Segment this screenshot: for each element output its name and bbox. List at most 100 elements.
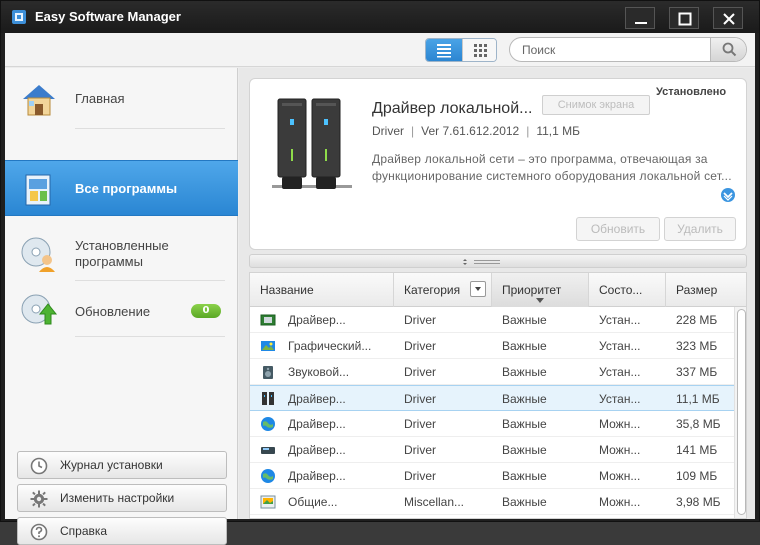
- all-programs-icon: [25, 174, 51, 206]
- program-detail-card: Драйвер локальной... Снимок экрана Устан…: [249, 78, 747, 250]
- program-version: Ver 7.61.612.2012: [421, 124, 520, 138]
- table-row-selected[interactable]: Драйвер... Driver Важные Устан... 11,1 М…: [250, 385, 734, 411]
- sidebar-item-label-line2: программы: [75, 254, 143, 269]
- sidebar-item-installed[interactable]: Установленные программы: [5, 226, 238, 282]
- cell-priority: Важные: [502, 417, 547, 431]
- expand-description-icon[interactable]: [720, 187, 736, 203]
- search-icon: [722, 42, 737, 57]
- table-row[interactable]: Общие... Miscellan... Важные Можн... 3,9…: [250, 489, 734, 515]
- cell-priority: Важные: [502, 443, 547, 457]
- grid-view-icon: [474, 44, 487, 57]
- programs-table: Название Категория Приоритет Состо... Ра…: [249, 272, 747, 519]
- view-toggle: [425, 38, 497, 62]
- home-icon: [23, 85, 55, 116]
- sidebar-item-label: Главная: [75, 91, 125, 106]
- cell-name: Драйвер...: [288, 469, 346, 483]
- table-header: Название Категория Приоритет Состо... Ра…: [250, 273, 746, 307]
- minimize-icon: [635, 22, 647, 24]
- divider: [75, 280, 225, 281]
- column-header-size[interactable]: Размер: [666, 273, 746, 307]
- table-row[interactable]: Драйвер... Driver Важные Можн... 141 МБ: [250, 437, 734, 463]
- program-category: Driver: [372, 124, 404, 138]
- table-row[interactable]: Графический... Driver Важные Устан... 32…: [250, 333, 734, 359]
- cell-status: Можн...: [599, 469, 641, 483]
- change-settings-button[interactable]: Изменить настройки: [17, 484, 227, 512]
- sidebar-item-update[interactable]: Обновление 0: [5, 282, 238, 338]
- column-header-name[interactable]: Название: [250, 273, 394, 307]
- update-button[interactable]: Обновить: [576, 217, 660, 241]
- sidebar: Главная Все программы Установленные прог…: [5, 68, 238, 545]
- panel-splitter[interactable]: [249, 254, 747, 268]
- search-button[interactable]: [710, 38, 746, 61]
- cell-category: Driver: [404, 469, 436, 483]
- cell-priority: Важные: [502, 313, 547, 327]
- cell-category: Driver: [404, 339, 436, 353]
- cell-priority: Важные: [502, 339, 547, 353]
- app-icon: [260, 495, 276, 509]
- cell-size: 228 МБ: [676, 313, 718, 327]
- help-icon: [30, 523, 48, 541]
- column-header-category-label: Категория: [404, 283, 461, 297]
- cell-name: Драйвер...: [288, 313, 346, 327]
- table-row[interactable]: Драйвер... Driver Важные Можн... 109 МБ: [250, 463, 734, 489]
- cell-name: Драйвер...: [288, 443, 346, 457]
- cell-name: Звуковой...: [288, 365, 350, 379]
- close-icon: [723, 13, 735, 25]
- list-view-button[interactable]: [426, 39, 462, 61]
- title-bar[interactable]: Easy Software Manager: [1, 1, 759, 33]
- close-button[interactable]: [713, 7, 743, 29]
- install-log-button[interactable]: Журнал установки: [17, 451, 227, 479]
- main-panel: Драйвер локальной... Снимок экрана Устан…: [239, 68, 755, 519]
- sidebar-item-all-programs[interactable]: Все программы: [5, 160, 238, 216]
- audio-icon: [263, 366, 273, 379]
- cell-priority: Важные: [502, 392, 547, 406]
- minimize-button[interactable]: [625, 7, 655, 29]
- chipset-icon: [260, 314, 276, 326]
- grid-view-button[interactable]: [462, 39, 496, 61]
- program-size: 11,1 МБ: [536, 124, 581, 138]
- card-reader-icon: [261, 447, 275, 454]
- window-title: Easy Software Manager: [35, 9, 181, 24]
- cell-priority: Важные: [502, 469, 547, 483]
- cell-category: Driver: [404, 443, 436, 457]
- drag-handle-icon: [463, 259, 500, 265]
- table-row[interactable]: Драйвер... Driver Важные Устан... 228 МБ: [250, 307, 734, 333]
- cell-name: Драйвер...: [288, 392, 346, 406]
- table-row[interactable]: Звуковой... Driver Важные Устан... 337 М…: [250, 359, 734, 385]
- sidebar-item-label: Все программы: [75, 181, 178, 196]
- globe-icon: [261, 469, 275, 483]
- lan-driver-thumbnail-icon: [272, 98, 352, 189]
- program-title: Драйвер локальной...: [372, 100, 533, 117]
- program-description: Драйвер локальной сети – это программа, …: [372, 152, 732, 183]
- column-header-status[interactable]: Состо...: [589, 273, 666, 307]
- search-input[interactable]: [522, 41, 708, 59]
- divider: [75, 128, 225, 129]
- cell-priority: Важные: [502, 495, 547, 509]
- cell-category: Driver: [404, 365, 436, 379]
- cell-size: 3,98 МБ: [676, 495, 721, 509]
- cell-status: Можн...: [599, 417, 641, 431]
- table-scrollbar[interactable]: [734, 307, 746, 518]
- table-row[interactable]: Драйвер... Driver Важные Можн... 35,8 МБ: [250, 411, 734, 437]
- list-view-icon: [437, 44, 451, 58]
- scrollbar-thumb[interactable]: [737, 309, 746, 515]
- lan-icon: [262, 392, 274, 405]
- cell-size: 141 МБ: [676, 443, 718, 457]
- update-count-badge: 0: [191, 304, 221, 318]
- program-meta: Driver | Ver 7.61.612.2012 | 11,1 МБ: [372, 124, 580, 138]
- screenshot-button[interactable]: Снимок экрана: [542, 95, 650, 115]
- help-button[interactable]: Справка: [17, 517, 227, 545]
- category-filter-button[interactable]: [470, 281, 486, 297]
- sort-descending-icon: [536, 298, 544, 303]
- sidebar-item-home[interactable]: Главная: [5, 71, 238, 127]
- change-settings-label: Изменить настройки: [60, 491, 175, 505]
- app-logo-icon: [12, 10, 26, 24]
- maximize-button[interactable]: [669, 7, 699, 29]
- delete-button[interactable]: Удалить: [664, 217, 736, 241]
- globe-icon: [261, 417, 275, 431]
- meta-separator: |: [411, 124, 415, 138]
- app-window: Easy Software Manager Поиск Главная Все …: [0, 0, 760, 545]
- installed-programs-icon: [21, 237, 55, 272]
- clock-icon: [30, 457, 48, 475]
- cell-name: Общие...: [288, 495, 338, 509]
